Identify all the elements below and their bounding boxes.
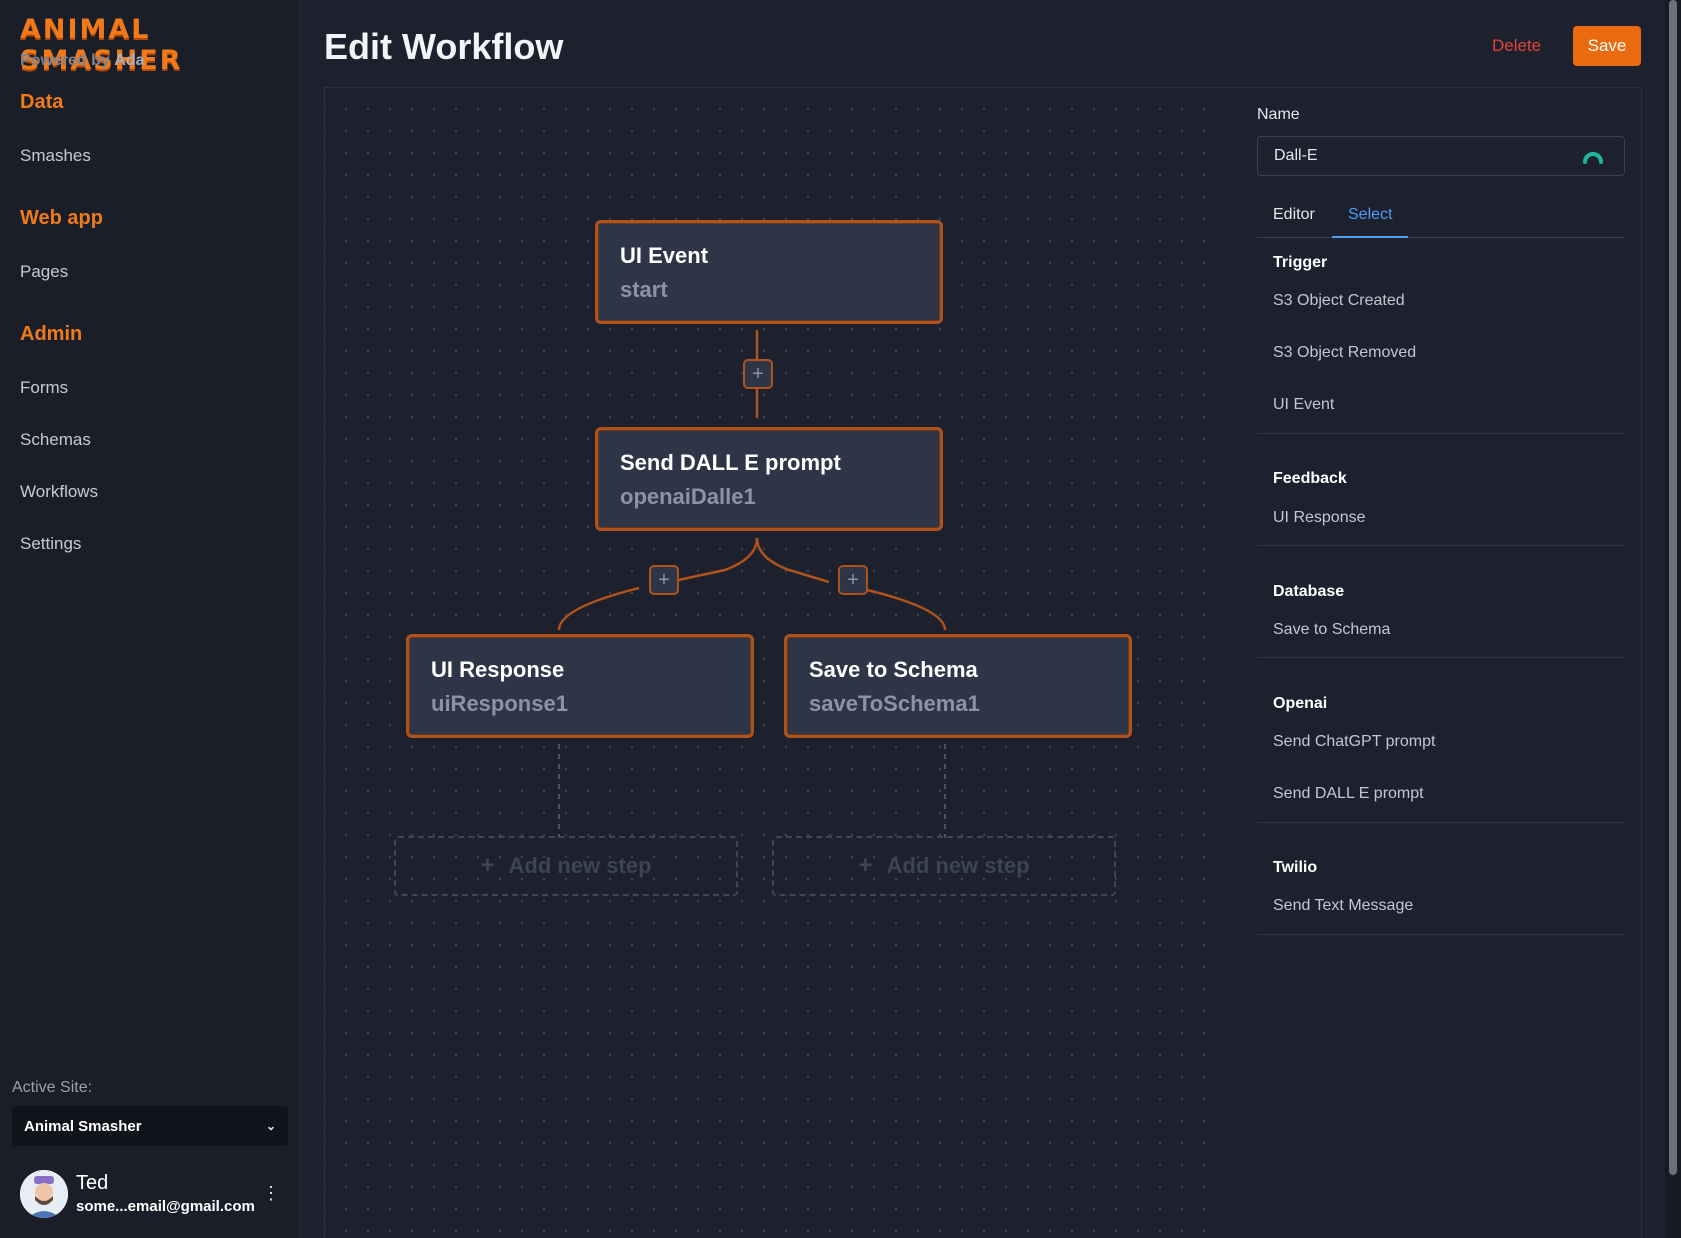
panel-tabs: Editor Select [1257,198,1625,238]
nav-section-data: Data [20,91,64,113]
node-title: UI Event [620,243,709,268]
nav-section-web-app: Web app [20,207,103,229]
sidebar-item-pages[interactable]: Pages [20,262,68,282]
step-group-openai: Openai Send ChatGPT prompt Send DALL E p… [1257,695,1625,823]
tab-select[interactable]: Select [1332,198,1409,238]
step-option[interactable]: S3 Object Created [1273,292,1405,310]
workflow-canvas[interactable]: UI Event start + Send DALL E prompt open… [325,88,1221,1238]
group-title: Trigger [1273,254,1328,271]
add-new-step-button[interactable]: + Add new step [394,836,738,896]
sidebar-item-settings[interactable]: Settings [20,534,81,554]
step-group-feedback: Feedback UI Response [1257,470,1625,546]
sidebar-item-forms[interactable]: Forms [20,378,68,398]
page-scrollbar-thumb[interactable] [1669,0,1677,1175]
connector-line [858,586,947,631]
more-options-icon[interactable]: ⋮ [262,1183,280,1204]
node-title: Save to Schema [809,657,978,682]
name-label: Name [1257,106,1300,123]
step-option[interactable]: Send Text Message [1273,897,1413,915]
node-title: Send DALL E prompt [620,450,841,475]
node-id: openaiDalle1 [620,484,756,509]
connector-line [755,537,830,584]
step-option[interactable]: S3 Object Removed [1273,344,1416,362]
page-title: Edit Workflow [324,26,564,67]
user-email: some...email@gmail.com [76,1198,255,1215]
step-config-panel: Name Editor Select Trigger S3 Object Cre… [1257,88,1625,1238]
workflow-node-send-dall-e[interactable]: Send DALL E prompt openaiDalle1 [595,427,943,531]
tab-editor[interactable]: Editor [1257,198,1331,238]
workflow-node-ui-event[interactable]: UI Event start [595,220,943,324]
plus-icon: + [480,852,495,879]
loading-arc-icon [1583,152,1603,164]
active-site-value: Animal Smasher [24,1117,142,1135]
powered-by-prefix: Powered by [20,52,110,69]
node-title: UI Response [431,657,565,682]
step-option[interactable]: UI Event [1273,396,1334,414]
workflow-node-save-to-schema[interactable]: Save to Schema saveToSchema1 [784,634,1132,738]
add-new-step-button[interactable]: + Add new step [772,836,1116,896]
group-title: Openai [1273,695,1328,712]
sidebar-item-schemas[interactable]: Schemas [20,430,91,450]
add-new-step-label: Add new step [508,853,652,878]
step-option[interactable]: Send DALL E prompt [1273,785,1424,803]
active-site-select[interactable]: Animal Smasher ⌄ [12,1106,288,1146]
plus-icon: + [858,852,873,879]
save-button[interactable]: Save [1573,26,1641,66]
sidebar-item-workflows[interactable]: Workflows [20,482,98,502]
nav-section-admin: Admin [20,323,83,345]
chevron-down-icon: ⌄ [265,1119,276,1133]
group-title: Feedback [1273,470,1347,487]
active-site-label: Active Site: [12,1079,93,1096]
connector-line [557,586,640,631]
step-group-database: Database Save to Schema [1257,583,1625,658]
add-step-between-button[interactable]: + [838,565,868,595]
step-option[interactable]: UI Response [1273,509,1366,527]
user-name: Ted [76,1172,109,1194]
sidebar-item-smashes[interactable]: Smashes [20,146,91,166]
node-id: uiResponse1 [431,691,568,716]
delete-button[interactable]: Delete [1476,26,1557,66]
node-id: saveToSchema1 [809,691,980,716]
step-option[interactable]: Save to Schema [1273,621,1390,639]
powered-by: Powered by Ada [20,52,145,70]
step-group-twilio: Twilio Send Text Message [1257,859,1625,935]
add-new-step-label: Add new step [886,853,1030,878]
powered-by-name: Ada [114,52,145,69]
group-title: Database [1273,583,1345,600]
group-title: Twilio [1273,859,1318,876]
add-step-between-button[interactable]: + [649,565,679,595]
workflow-node-ui-response[interactable]: UI Response uiResponse1 [406,634,754,738]
name-input[interactable] [1257,136,1625,176]
connector-line [668,537,759,584]
sidebar: ANIMAL SMASHER Powered by Ada Data Smash… [0,0,300,1238]
step-option[interactable]: Send ChatGPT prompt [1273,733,1435,751]
step-group-trigger: Trigger S3 Object Created S3 Object Remo… [1257,254,1625,434]
node-id: start [620,277,668,302]
add-step-between-button[interactable]: + [743,359,773,389]
avatar[interactable] [20,1170,68,1218]
